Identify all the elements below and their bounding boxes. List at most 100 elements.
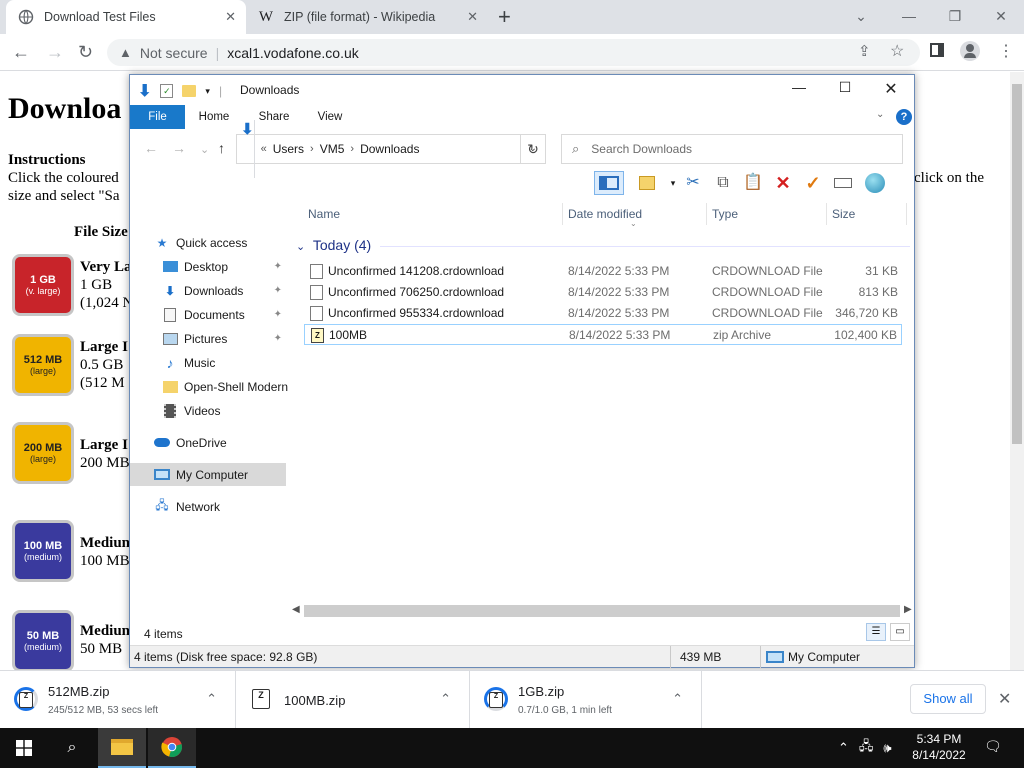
cut-icon[interactable]: ✂ (680, 171, 706, 195)
nav-item[interactable]: OneDrive (130, 431, 290, 454)
tab-download-test-files[interactable]: Download Test Files ✕ (6, 0, 246, 34)
column-divider[interactable] (906, 203, 907, 225)
file-explorer-taskbar-icon[interactable] (98, 728, 146, 768)
omnibox[interactable]: ▲ Not secure | xcal1.vodafone.co.uk (107, 39, 920, 66)
copy-icon[interactable]: ⧉ (710, 171, 736, 195)
up-arrow-icon[interactable]: ↑ (218, 140, 225, 156)
horizontal-scrollbar[interactable]: ◀ ▶ (292, 603, 914, 619)
breadcrumb-separator-icon[interactable]: › (350, 143, 354, 155)
chevron-down-icon[interactable]: ⌄ (838, 2, 884, 30)
forward-arrow-icon[interactable]: → (172, 140, 186, 156)
file-row[interactable]: Unconfirmed 141208.crdownload 8/14/2022 5… (304, 261, 902, 282)
profile-avatar-icon[interactable] (960, 41, 980, 61)
back-arrow-icon[interactable]: ← (144, 140, 158, 156)
customize-toolbar-icon[interactable]: ▾ (205, 86, 210, 97)
new-tab-plus-icon[interactable]: + (498, 4, 511, 30)
clock[interactable]: 5:34 PM 8/14/2022 (906, 731, 972, 763)
nav-item[interactable]: Pictures ✦ (130, 327, 290, 350)
download-tile-200mb[interactable]: 200 MB (large) (12, 422, 74, 484)
group-header[interactable]: ⌄ Today (4) (296, 237, 371, 253)
nav-item[interactable]: Documents ✦ (130, 303, 290, 326)
breadcrumb[interactable]: ⬇ « Users › VM5 › Downloads ⌄ (236, 120, 546, 178)
page-scrollbar-thumb[interactable] (1012, 84, 1022, 444)
details-view-icon[interactable]: ☰ (866, 623, 886, 641)
properties-icon[interactable]: ✓ (160, 84, 174, 98)
breadcrumb-separator-icon[interactable]: › (310, 143, 314, 155)
preview-pane-icon[interactable] (594, 171, 624, 195)
column-type[interactable]: Type (712, 207, 738, 221)
maximize-icon[interactable]: ☐ (822, 79, 868, 96)
horizontal-scrollbar-thumb[interactable] (304, 605, 900, 617)
chevron-up-icon[interactable]: ⌃ (206, 691, 217, 707)
nav-item[interactable]: Videos (130, 399, 290, 422)
nav-item[interactable]: ⬇ Downloads ✦ (130, 279, 290, 302)
nav-item[interactable]: 🖧 Network (130, 495, 286, 518)
expand-ribbon-icon[interactable]: ⌄ (876, 109, 884, 120)
nav-item[interactable]: My Computer (130, 463, 286, 486)
checkmark-icon[interactable]: ✓ (800, 171, 826, 195)
refresh-icon[interactable]: ↻ (520, 134, 546, 164)
scroll-left-icon[interactable]: ◀ (292, 604, 300, 615)
download-item[interactable]: Z 100MB.zip ⌃ (236, 671, 470, 729)
side-panel-icon[interactable] (930, 43, 944, 57)
network-globe-icon[interactable] (862, 171, 888, 195)
rename-icon[interactable] (830, 171, 856, 195)
download-tile-512mb[interactable]: 512 MB (large) (12, 334, 74, 396)
paste-icon[interactable]: 📋 (740, 171, 766, 195)
download-tile-50mb[interactable]: 50 MB (medium) (12, 610, 74, 672)
search-icon[interactable]: ⌕ (48, 728, 96, 768)
minimize-icon[interactable]: — (776, 79, 822, 95)
chevron-down-icon[interactable]: ⌄ (296, 241, 305, 253)
download-item[interactable]: Z 512MB.zip 245/512 MB, 53 secs left ⌃ (0, 671, 236, 729)
breadcrumb-vm5[interactable]: VM5 (320, 142, 345, 156)
restore-icon[interactable]: ❐ (932, 2, 978, 30)
download-tile-1gb[interactable]: 1 GB (v. large) (12, 254, 74, 316)
folder-options-icon[interactable] (634, 171, 660, 195)
share-icon[interactable]: ⇪ (858, 42, 871, 60)
file-row[interactable]: Unconfirmed 706250.crdownload 8/14/2022 5… (304, 282, 902, 303)
nav-item[interactable]: ♪ Music (130, 351, 290, 374)
breadcrumb-users[interactable]: Users (273, 142, 304, 156)
notification-icon[interactable]: 🗨 (984, 738, 1002, 755)
tab-zip-wikipedia[interactable]: W ZIP (file format) - Wikipedia ✕ (248, 0, 488, 34)
back-arrow-icon[interactable]: ← (12, 42, 30, 63)
scroll-right-icon[interactable]: ▶ (904, 604, 912, 615)
windows-start-icon[interactable] (0, 728, 48, 768)
chevron-up-icon[interactable]: ⌃ (838, 740, 849, 756)
column-divider[interactable] (826, 203, 827, 225)
ribbon-tab-file[interactable]: File (130, 105, 185, 129)
url-text[interactable]: xcal1.vodafone.co.uk (227, 45, 359, 61)
column-divider[interactable] (562, 203, 563, 225)
breadcrumb-downloads[interactable]: Downloads (360, 142, 419, 156)
file-row[interactable]: Z 100MB 8/14/2022 5:33 PM zip Archive 102,40… (304, 324, 902, 345)
column-divider[interactable] (706, 203, 707, 225)
close-tab-icon[interactable]: ✕ (225, 9, 236, 25)
file-row[interactable]: Unconfirmed 955334.crdownload 8/14/2022 5… (304, 303, 902, 324)
reload-icon[interactable]: ↻ (78, 42, 93, 63)
ribbon-tab-share[interactable]: Share (252, 105, 296, 129)
warning-triangle-icon[interactable]: ▲ (119, 45, 132, 60)
nav-item[interactable]: Open-Shell Modern (130, 375, 290, 398)
search-input[interactable]: ⌕ Search Downloads (561, 134, 903, 164)
help-icon[interactable]: ? (896, 109, 912, 125)
more-menu-icon[interactable]: ⋮ (998, 41, 1014, 61)
recent-locations-icon[interactable]: ⌄ (200, 143, 209, 156)
chrome-taskbar-icon[interactable] (148, 728, 196, 768)
large-icons-view-icon[interactable]: ▭ (890, 623, 910, 641)
nav-item[interactable]: ★ Quick access (130, 231, 290, 254)
close-window-icon[interactable]: ✕ (868, 79, 914, 99)
ribbon-tab-view[interactable]: View (308, 105, 352, 129)
close-tab-icon[interactable]: ✕ (467, 9, 478, 25)
ribbon-tab-home[interactable]: Home (192, 105, 236, 129)
close-shelf-icon[interactable]: ✕ (998, 689, 1011, 709)
column-name[interactable]: Name (308, 207, 340, 221)
nav-item[interactable]: Desktop ✦ (130, 255, 290, 278)
forward-arrow-icon[interactable]: → (46, 42, 64, 63)
network-icon[interactable]: 🖧 (859, 737, 874, 759)
volume-icon[interactable]: 🕪 (883, 740, 891, 756)
close-window-icon[interactable]: ✕ (978, 2, 1024, 30)
download-tile-100mb[interactable]: 100 MB (medium) (12, 520, 74, 582)
security-label[interactable]: Not secure (140, 45, 208, 61)
bookmark-star-icon[interactable]: ☆ (890, 41, 904, 61)
chevron-up-icon[interactable]: ⌃ (672, 691, 683, 707)
